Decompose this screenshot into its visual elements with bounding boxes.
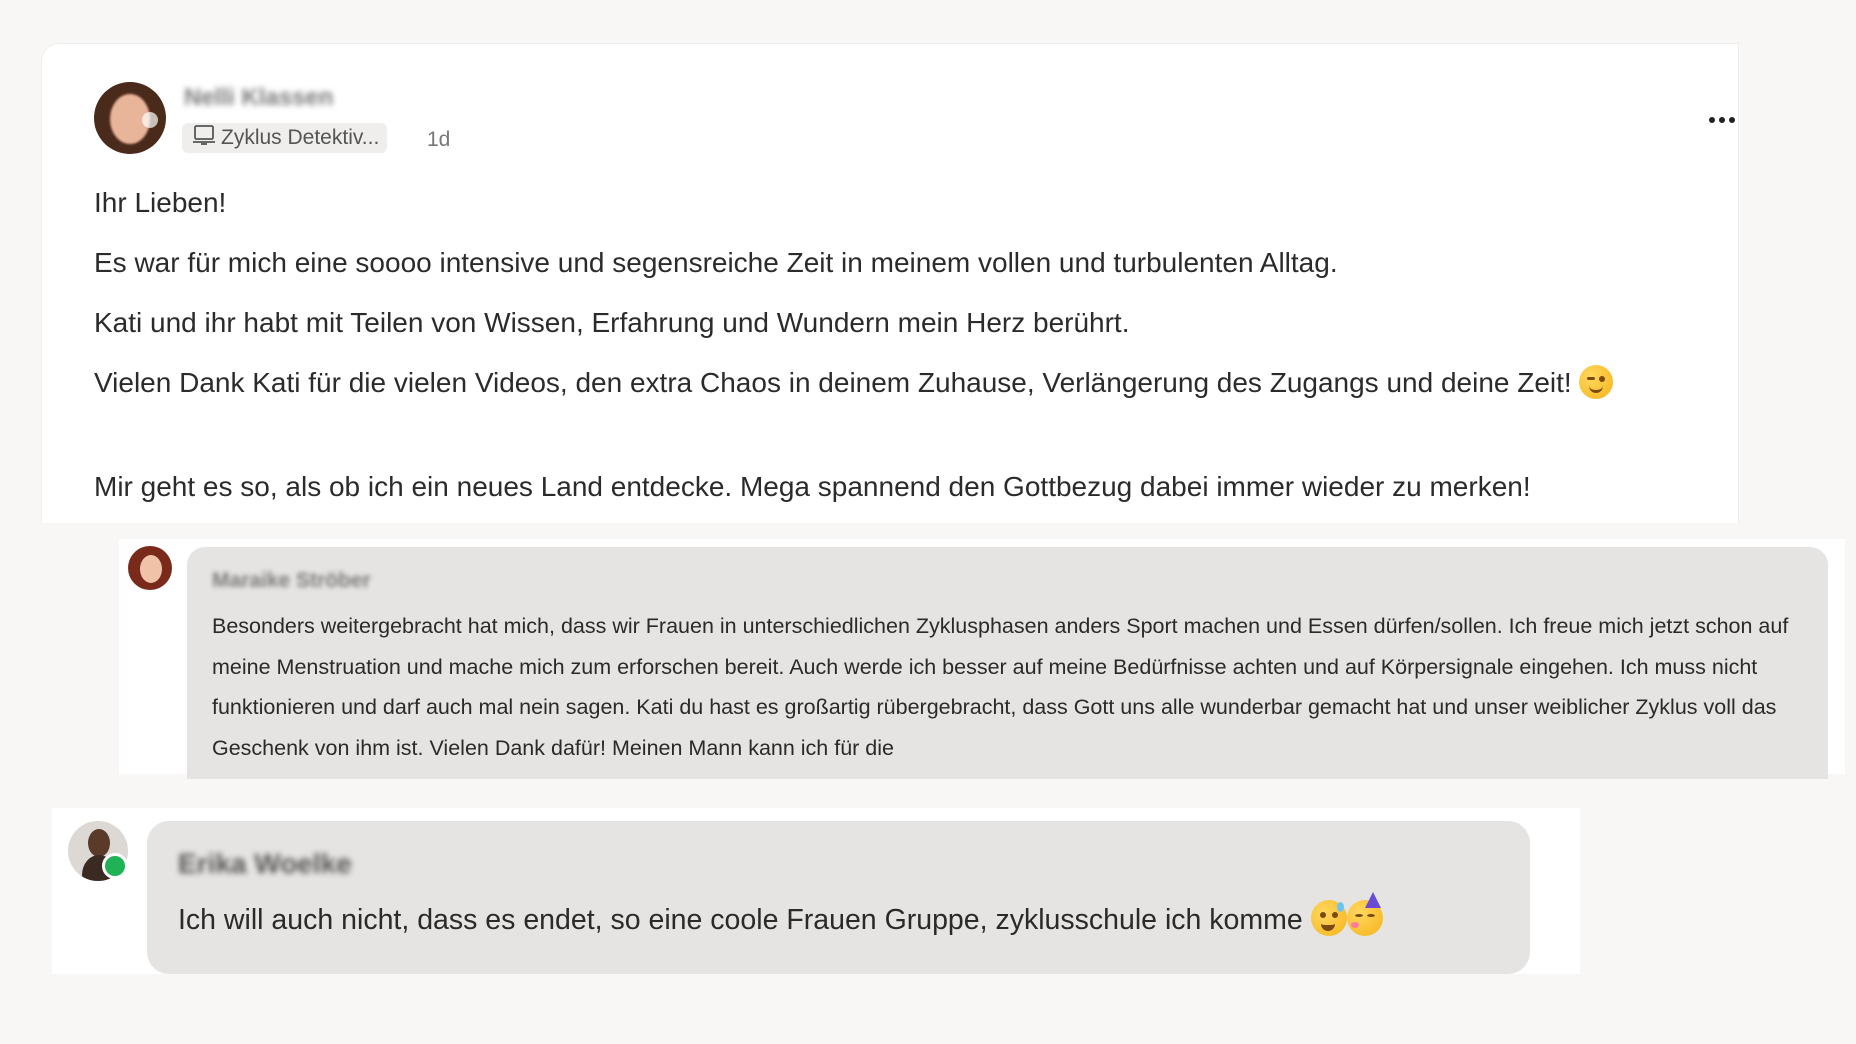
post-paragraph-text: Vielen Dank Kati für die vielen Videos, … bbox=[94, 367, 1572, 398]
post-paragraph: Es war für mich eine soooo intensive und… bbox=[94, 247, 1338, 278]
online-status-indicator bbox=[102, 853, 128, 879]
commenter-avatar[interactable] bbox=[128, 546, 172, 590]
partying-face-emoji bbox=[1346, 892, 1383, 936]
grinning-sweat-emoji bbox=[1310, 900, 1347, 936]
space-badge[interactable]: Zyklus Detektiv... bbox=[182, 123, 388, 153]
post-timestamp[interactable]: 1d bbox=[427, 128, 450, 152]
comment-author-name[interactable]: Maraike Ströber bbox=[212, 569, 371, 593]
post-paragraph: Kati und ihr habt mit Teilen von Wissen,… bbox=[94, 307, 1130, 338]
comment-card: Erika Woelke Ich will auch nicht, dass e… bbox=[52, 808, 1580, 974]
post-paragraph: Mir geht es so, als ob ich ein neues Lan… bbox=[94, 471, 1531, 502]
post-paragraph: Ihr Lieben! bbox=[94, 187, 227, 218]
comment-text-row: Ich will auch nicht, dass es endet, so e… bbox=[178, 892, 1383, 937]
winking-face-emoji bbox=[1579, 365, 1614, 399]
post-author-name[interactable]: Nelli Klassen bbox=[184, 84, 333, 112]
laptop-icon bbox=[192, 124, 216, 152]
comment-author-name[interactable]: Erika Woelke bbox=[178, 848, 352, 880]
author-avatar[interactable] bbox=[94, 82, 166, 154]
post-paragraph: Vielen Dank Kati für die vielen Videos, … bbox=[94, 361, 1754, 405]
comment-text: Besonders weitergebracht hat mich, dass … bbox=[212, 614, 1789, 760]
comment-bubble bbox=[147, 821, 1530, 974]
post-card: Nelli Klassen Zyklus Detektiv... 1d Ihr … bbox=[41, 43, 1739, 523]
more-horizontal-icon[interactable] bbox=[1702, 108, 1742, 132]
space-name: Zyklus Detektiv... bbox=[221, 126, 380, 149]
comment-text: Ich will auch nicht, dass es endet, so e… bbox=[178, 904, 1303, 936]
